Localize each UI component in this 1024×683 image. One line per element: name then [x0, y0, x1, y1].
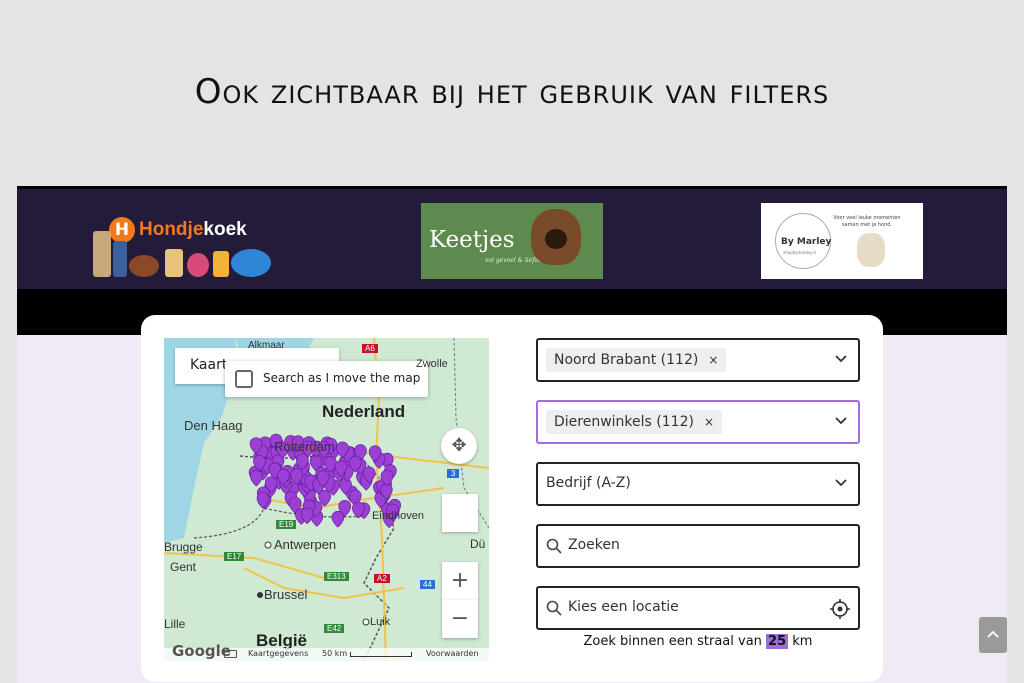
label-lille: Lille: [164, 617, 186, 631]
hondjekoek-logo[interactable]: H Hondjekoek: [89, 211, 279, 281]
label-antwerpen: Antwerpen: [274, 537, 337, 552]
keetjes-logo[interactable]: Keetjes vol gevoel & liefde: [421, 203, 603, 279]
label-brussel: Brussel: [264, 587, 308, 602]
category-chip-remove[interactable]: ×: [704, 415, 714, 429]
bymarley-url: shopbymarley.nl: [783, 250, 816, 255]
sort-select[interactable]: Bedrijf (A-Z): [536, 462, 860, 506]
sort-value: Bedrijf (A-Z): [546, 475, 631, 491]
label-road-e313: E313: [324, 572, 349, 581]
keetjes-wordmark: Keetjes: [429, 227, 515, 253]
store-finder-card: Kaart Search as I move the map Alkmaar A…: [141, 315, 883, 682]
search-icon: [546, 600, 562, 616]
label-duisburg: Dü: [470, 537, 486, 551]
search-input[interactable]: Zoeken: [536, 524, 860, 568]
zoom-out-button[interactable]: −: [442, 600, 478, 638]
search-placeholder: Zoeken: [568, 537, 620, 553]
label-road-3: 3: [447, 469, 460, 478]
label-eindhoven: Eindhoven: [372, 510, 424, 522]
keyboard-icon[interactable]: [224, 650, 237, 658]
zoom-in-button[interactable]: +: [442, 562, 478, 600]
chevron-down-icon: [835, 479, 847, 487]
search-as-move-label: Search as I move the map: [263, 371, 421, 385]
label-road-e42: E42: [324, 624, 345, 633]
location-placeholder: Kies een locatie: [568, 599, 679, 615]
pegman-button[interactable]: [442, 494, 478, 532]
province-chip: Noord Brabant (112) ×: [546, 348, 727, 372]
category-chip: Dierenwinkels (112) ×: [546, 410, 722, 434]
fullscreen-button[interactable]: ✥: [441, 428, 477, 464]
hondjekoek-wordmark: Hondjekoek: [139, 219, 247, 240]
label-gent: Gent: [170, 560, 197, 574]
radius-text: Zoek binnen een straal van 25 km: [583, 634, 813, 649]
website-frame: H Hondjekoek Keetjes vol gevoel & liefde…: [17, 186, 1007, 683]
dog-image: [531, 209, 581, 265]
province-chip-remove[interactable]: ×: [708, 353, 718, 367]
puppy-image: [857, 233, 885, 267]
scale-label: 50 km: [322, 649, 348, 658]
map-footer: Google Kaartgegevens 50 km Voorwaarden: [164, 642, 489, 661]
map-view[interactable]: Kaart Search as I move the map Alkmaar A…: [164, 338, 489, 661]
label-brugge: Brugge: [164, 540, 203, 554]
google-logo: Google: [172, 642, 231, 660]
label-alkmaar: Alkmaar: [248, 340, 285, 351]
chevron-down-icon: [835, 355, 847, 363]
scale-bar: [350, 652, 412, 657]
label-rotterdam: Rotterdam: [274, 439, 335, 454]
category-filter[interactable]: Dierenwinkels (112) ×: [536, 400, 860, 444]
label-road-e17: E17: [224, 552, 245, 561]
location-input[interactable]: Kies een locatie: [536, 586, 860, 630]
bymarley-wordmark: By Marley: [781, 237, 832, 247]
search-as-move-toggle[interactable]: Search as I move the map: [225, 361, 428, 397]
radius-value[interactable]: 25: [766, 634, 789, 649]
keetjes-tagline: vol gevoel & liefde: [485, 257, 542, 264]
search-as-move-checkbox[interactable]: [235, 370, 253, 388]
chevron-up-icon: [987, 630, 999, 638]
bymarley-tagline: Voor veel leuke momenten samen met je ho…: [833, 215, 901, 228]
label-road-44: 44: [420, 580, 435, 589]
label-den-haag: Den Haag: [184, 418, 243, 433]
bymarley-logo[interactable]: By Marley shopbymarley.nl Voor veel leuk…: [761, 203, 923, 279]
page-headline: Ook zichtbaar bij het gebruik van filter…: [194, 72, 830, 112]
map-data-link[interactable]: Kaartgegevens: [248, 649, 308, 658]
sponsor-banner: H Hondjekoek Keetjes vol gevoel & liefde…: [17, 189, 1007, 289]
crosshair-icon[interactable]: [830, 599, 850, 619]
label-road-e19: E19: [276, 520, 297, 529]
hondjekoek-badge: H: [109, 217, 135, 243]
scroll-to-top-button[interactable]: [979, 617, 1007, 653]
label-luik: Luik: [370, 616, 391, 628]
province-filter[interactable]: Noord Brabant (112) ×: [536, 338, 860, 382]
label-road-a2: A2: [374, 574, 390, 583]
label-road-a6: A6: [362, 344, 378, 353]
label-zwolle: Zwolle: [416, 358, 448, 370]
search-icon: [546, 538, 562, 554]
label-nederland: Nederland: [322, 402, 406, 421]
chevron-down-icon: [835, 417, 847, 425]
terms-link[interactable]: Voorwaarden: [426, 649, 479, 658]
